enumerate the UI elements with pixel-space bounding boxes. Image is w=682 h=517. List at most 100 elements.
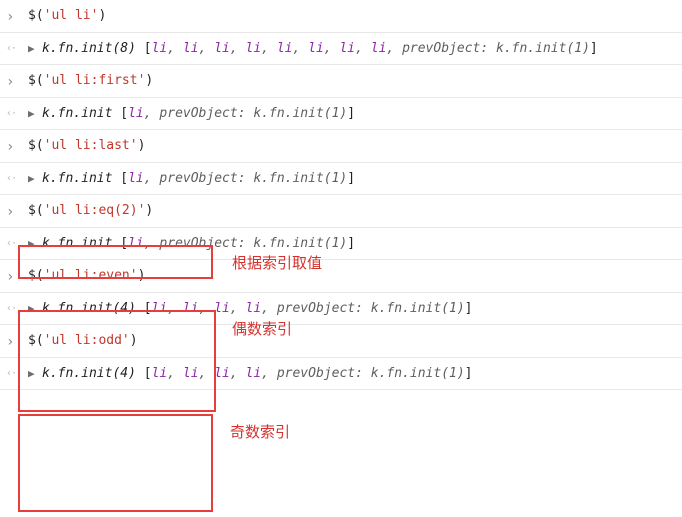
code-token: ) <box>145 203 153 218</box>
code-token: , <box>261 301 277 316</box>
annotation-box <box>18 414 213 512</box>
prompt-icon <box>6 202 14 223</box>
result-line: ▶k.fn.init(8) [li, li, li, li, li, li, l… <box>28 39 674 59</box>
code-token: , <box>292 41 308 56</box>
code-token: , <box>261 366 277 381</box>
code-token: 'ul li:first' <box>44 73 146 88</box>
prompt-icon <box>6 267 14 288</box>
code-token: prevObject: k.fn.init(1) <box>159 106 347 121</box>
code-token: [ <box>112 171 128 186</box>
expand-icon[interactable]: ▶ <box>28 171 40 188</box>
devtools-console: $('ul li')▶k.fn.init(8) [li, li, li, li,… <box>0 0 682 390</box>
code-token: li <box>152 301 168 316</box>
result-content: k.fn.init(4) [li, li, li, li, prevObject… <box>42 299 674 319</box>
code-token: 'ul li:odd' <box>44 333 130 348</box>
result-content: k.fn.init [li, prevObject: k.fn.init(1)] <box>42 104 674 124</box>
return-icon <box>6 40 16 57</box>
console-input-row[interactable]: $('ul li:last') <box>0 130 682 163</box>
expand-icon[interactable]: ▶ <box>28 366 40 383</box>
code-token: ] <box>465 301 473 316</box>
return-icon <box>6 105 16 122</box>
result-line: ▶k.fn.init [li, prevObject: k.fn.init(1)… <box>28 169 674 189</box>
expand-icon[interactable]: ▶ <box>28 301 40 318</box>
code-token: $( <box>28 203 44 218</box>
code-token: , <box>261 41 277 56</box>
code-token: ] <box>465 366 473 381</box>
code-token: prevObject: k.fn.init(1) <box>159 236 347 251</box>
code-token: li <box>152 366 168 381</box>
code-token: , <box>199 366 215 381</box>
console-output-row: ▶k.fn.init [li, prevObject: k.fn.init(1)… <box>0 228 682 261</box>
code-token: $( <box>28 8 44 23</box>
code-token: prevObject: k.fn.init(1) <box>277 366 465 381</box>
prompt-icon <box>6 137 14 158</box>
console-input-row[interactable]: $('ul li:eq(2)') <box>0 195 682 228</box>
code-token: k.fn.init(8) <box>42 41 136 56</box>
code-token: , <box>144 236 160 251</box>
code-token: k.fn.init <box>42 236 112 251</box>
code-token: li <box>277 41 293 56</box>
code-token: , <box>230 41 246 56</box>
code-token: li <box>183 41 199 56</box>
console-output-row: ▶k.fn.init(4) [li, li, li, li, prevObjec… <box>0 293 682 326</box>
console-output-row: ▶k.fn.init [li, prevObject: k.fn.init(1)… <box>0 163 682 196</box>
code-token: prevObject: k.fn.init(1) <box>277 301 465 316</box>
expand-icon[interactable]: ▶ <box>28 41 40 58</box>
return-icon <box>6 235 16 252</box>
result-content: k.fn.init [li, prevObject: k.fn.init(1)] <box>42 234 674 254</box>
code-token: k.fn.init(4) <box>42 301 136 316</box>
code-token: li <box>183 366 199 381</box>
console-output-row: ▶k.fn.init(8) [li, li, li, li, li, li, l… <box>0 33 682 66</box>
prompt-icon <box>6 72 14 93</box>
expand-icon[interactable]: ▶ <box>28 236 40 253</box>
code-token: li <box>214 301 230 316</box>
console-input-row[interactable]: $('ul li:odd') <box>0 325 682 358</box>
annotation-label: 奇数索引 <box>230 421 290 442</box>
code-token: 'ul li:eq(2)' <box>44 203 146 218</box>
code-token: li <box>128 106 144 121</box>
code-token: , <box>230 366 246 381</box>
code-token: ] <box>347 171 355 186</box>
code-token: k.fn.init <box>42 106 112 121</box>
code-token: , <box>386 41 402 56</box>
code-token: k.fn.init <box>42 171 112 186</box>
code-token: k.fn.init(4) <box>42 366 136 381</box>
code-token: ) <box>138 268 146 283</box>
code-token: $( <box>28 73 44 88</box>
code-token: li <box>128 236 144 251</box>
code-token: li <box>246 301 262 316</box>
code-token: ) <box>138 138 146 153</box>
code-token: li <box>308 41 324 56</box>
result-content: k.fn.init(4) [li, li, li, li, prevObject… <box>42 364 674 384</box>
result-line: ▶k.fn.init(4) [li, li, li, li, prevObjec… <box>28 364 674 384</box>
result-content: k.fn.init [li, prevObject: k.fn.init(1)] <box>42 169 674 189</box>
code-token: , <box>167 41 183 56</box>
console-output-row: ▶k.fn.init(4) [li, li, li, li, prevObjec… <box>0 358 682 391</box>
code-token: , <box>144 106 160 121</box>
code-token: ] <box>590 41 598 56</box>
code-token: ) <box>145 73 153 88</box>
code-token: li <box>371 41 387 56</box>
code-token: , <box>199 301 215 316</box>
code-token: $( <box>28 138 44 153</box>
console-input-row[interactable]: $('ul li:even') <box>0 260 682 293</box>
code-token: [ <box>136 41 152 56</box>
code-token: li <box>246 366 262 381</box>
console-input-row[interactable]: $('ul li') <box>0 0 682 33</box>
code-token: li <box>183 301 199 316</box>
prompt-icon <box>6 7 14 28</box>
code-token: , <box>167 301 183 316</box>
code-token: $( <box>28 268 44 283</box>
code-token: li <box>246 41 262 56</box>
code-token: prevObject: k.fn.init(1) <box>159 171 347 186</box>
result-line: ▶k.fn.init [li, prevObject: k.fn.init(1)… <box>28 234 674 254</box>
console-input-row[interactable]: $('ul li:first') <box>0 65 682 98</box>
return-icon <box>6 365 16 382</box>
expand-icon[interactable]: ▶ <box>28 106 40 123</box>
code-token: ] <box>347 236 355 251</box>
code-token: $( <box>28 333 44 348</box>
code-token: li <box>339 41 355 56</box>
code-token: li <box>214 366 230 381</box>
code-token: prevObject: k.fn.init(1) <box>402 41 590 56</box>
return-icon <box>6 300 16 317</box>
